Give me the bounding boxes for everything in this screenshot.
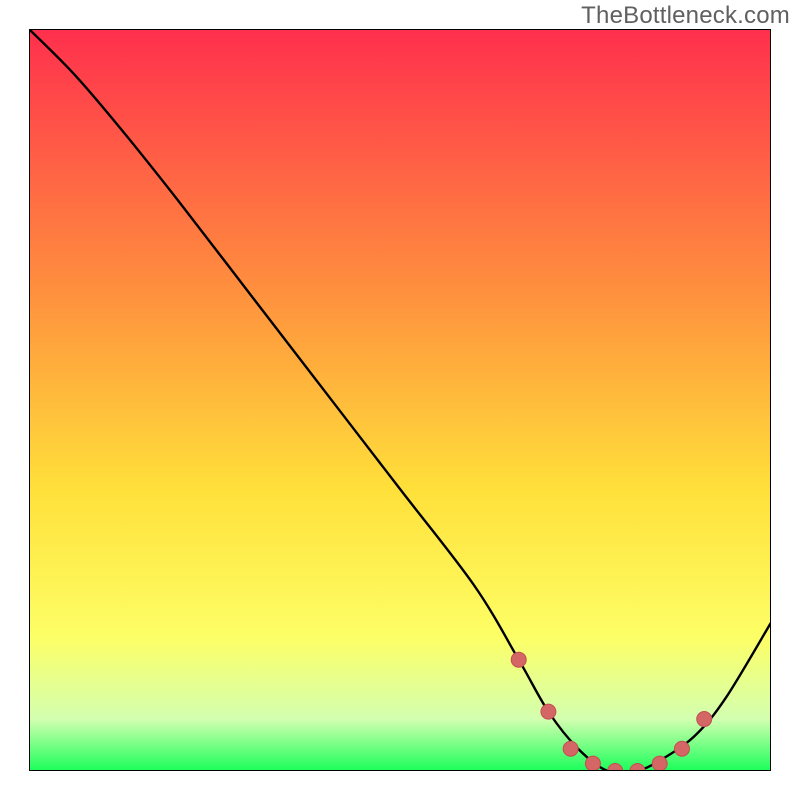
data-marker [511, 652, 526, 667]
chart-svg [29, 29, 771, 771]
plot-area [29, 29, 771, 771]
data-marker [563, 741, 578, 756]
watermark-text: TheBottleneck.com [581, 2, 790, 30]
data-marker [652, 756, 667, 771]
data-marker [585, 756, 600, 771]
data-marker [541, 704, 556, 719]
chart-container: TheBottleneck.com [0, 0, 800, 800]
gradient-background [29, 29, 771, 771]
data-marker [697, 712, 712, 727]
data-marker [674, 741, 689, 756]
